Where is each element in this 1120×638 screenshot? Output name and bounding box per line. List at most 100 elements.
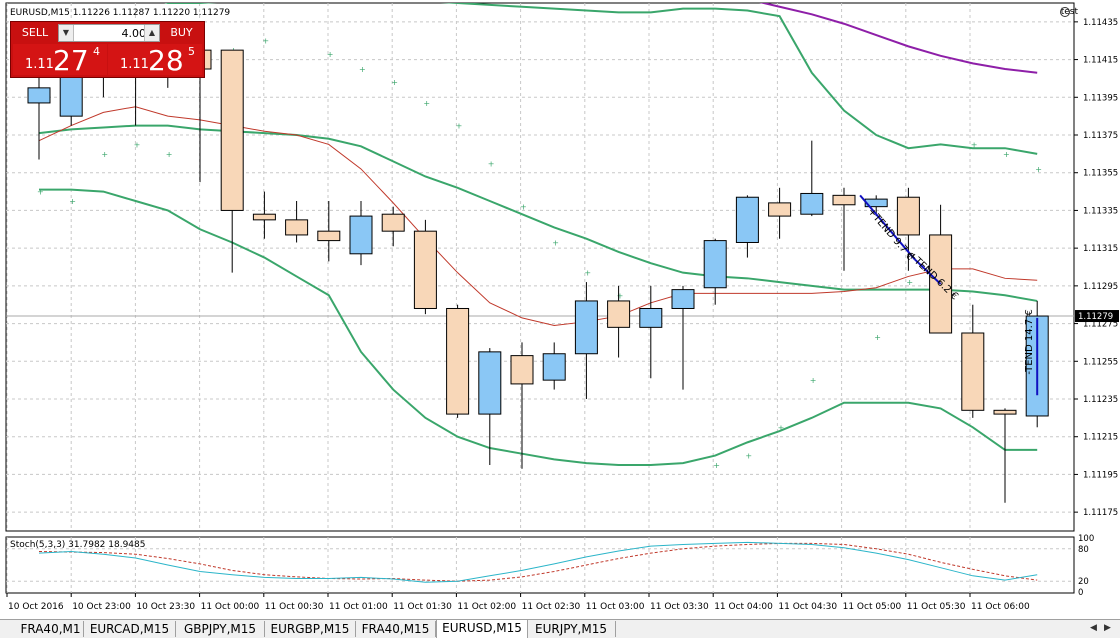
parabolic-sar-point: + [488,159,495,168]
parabolic-sar-point: + [327,50,334,59]
stochastic-label: Stoch(5,3,3) 31.7982 18.9485 [10,540,145,550]
parabolic-sar-point: + [359,65,366,74]
stoch-level-label: 0 [1078,588,1083,598]
bear-candle [832,194,856,206]
buy-price-pips: 28 [148,44,184,77]
bull-candle [574,300,598,355]
parabolic-sar-point: + [134,140,141,149]
parabolic-sar-point: + [584,269,591,278]
bear-candle [381,213,405,232]
chart-tabs-bar: FRA40,M1 EURCAD,M15 GBPJPY,M15 EURGBP,M1… [0,619,1120,638]
trend-line-label: -TEND 14.7 € [1024,309,1035,374]
x-tick-label: 11 Oct 02:00 [457,602,516,612]
bear-candle [285,219,309,236]
parabolic-sar-point: + [37,188,44,197]
parabolic-sar-point: + [101,150,108,159]
lot-size-input[interactable] [74,25,148,41]
mt4-chart-window: 1.11435 1.11415 1.11395 1.11375 1.11355 1.113… [0,0,1120,638]
tab-scroll-right-icon[interactable]: ▶ [1104,623,1111,633]
bear-candle [768,202,792,217]
parabolic-sar-point: + [617,291,624,300]
parabolic-sar-point: + [713,461,720,470]
parabolic-sar-point: + [745,452,752,461]
x-tick-label: 11 Oct 05:30 [907,602,966,612]
lot-increase-icon[interactable]: ▲ [144,25,159,41]
parabolic-sar-point: + [874,333,881,342]
x-tick-label: 11 Oct 00:00 [201,602,260,612]
tab-eurgbp-m15[interactable]: EURGBP,M15 [265,621,356,637]
chart-canvas[interactable]: 1.11435 1.11415 1.11395 1.11375 1.11355 1.113… [0,0,1120,619]
y-tick-label: 1.11255 [1083,357,1118,367]
bull-candle [703,240,727,289]
tab-scroll-left-icon[interactable]: ◀ [1090,623,1097,633]
tab-fra40-m1[interactable]: FRA40,M1 [18,621,84,637]
bull-candle [542,353,566,381]
y-tick-label: 1.11215 [1083,433,1118,443]
parabolic-sar-point: + [423,99,430,108]
stoch-level-label: 100 [1078,534,1094,544]
tab-eurjpy-m15[interactable]: EURJPY,M15 [527,621,616,637]
buy-price-point: 5 [188,45,195,58]
lot-decrease-icon[interactable]: ▼ [59,25,74,41]
x-tick-label: 10 Oct 2016 [8,602,64,612]
main-plot-area [5,2,1075,532]
bull-candle [735,196,759,243]
buy-price-button[interactable]: 1.11 28 5 [108,44,202,77]
sell-price-point: 4 [93,45,100,58]
bear-candle [413,230,437,309]
x-tick-label: 10 Oct 23:30 [136,602,195,612]
parabolic-sar-point: + [262,37,269,46]
bull-candle [800,192,824,215]
x-tick-label: 11 Oct 01:30 [393,602,452,612]
bull-candle [671,289,695,309]
buy-price-prefix: 1.11 [120,57,149,72]
bull-candle [478,351,502,415]
x-tick-label: 11 Oct 03:00 [586,602,645,612]
tab-fra40-m15[interactable]: FRA40,M15 [356,621,436,637]
bear-candle [607,300,631,328]
parabolic-sar-point: + [166,150,173,159]
y-tick-label: 1.11195 [1083,470,1118,480]
sell-price-prefix: 1.11 [25,57,54,72]
bull-candle [349,215,373,255]
y-tick-label: 1.11295 [1083,282,1118,292]
bull-candle [639,307,663,328]
x-tick-label: 11 Oct 02:30 [522,602,581,612]
sell-price-pips: 27 [53,44,89,77]
y-tick-label: 1.11415 [1083,56,1118,66]
buy-button[interactable]: BUY [161,24,202,42]
x-tick-label: 11 Oct 03:30 [650,602,709,612]
parabolic-sar-point: + [456,122,463,131]
x-tick-label: 11 Oct 05:00 [843,602,902,612]
y-tick-label: 1.11315 [1083,244,1118,254]
tab-eurusd-m15[interactable]: EURUSD,M15 [436,620,528,638]
one-click-trade-panel: SELL ▼ ▲ BUY 1.11 27 4 1.11 28 5 [10,21,205,78]
sell-price-button[interactable]: 1.11 27 4 [13,44,107,77]
parabolic-sar-point: + [778,423,785,432]
x-tick-label: 11 Oct 04:00 [714,602,773,612]
tab-eurcad-m15[interactable]: EURCAD,M15 [84,621,176,637]
bear-candle [896,196,920,236]
parabolic-sar-point: + [906,278,913,287]
x-tick-label: 11 Oct 04:30 [778,602,837,612]
bear-candle [252,213,276,221]
bear-candle [993,409,1017,415]
bear-candle [317,230,341,242]
tab-gbpjpy-m15[interactable]: GBPJPY,M15 [176,621,265,637]
bear-candle [446,307,470,415]
chart-header-info: EURUSD,M15 1.11226 1.11287 1.11220 1.112… [10,8,230,18]
parabolic-sar-point: + [552,238,559,247]
x-tick-label: 11 Oct 01:00 [329,602,388,612]
sell-button[interactable]: SELL [13,24,57,42]
lot-size-stepper: ▼ ▲ [58,24,160,42]
x-tick-label: 11 Oct 00:30 [265,602,324,612]
parabolic-sar-point: + [1003,150,1010,159]
stoch-level-label: 20 [1078,577,1089,587]
parabolic-sar-point: + [810,376,817,385]
y-tick-label: 1.11175 [1083,508,1118,518]
user-icon[interactable] [1060,7,1070,17]
x-tick-label: 11 Oct 06:00 [971,602,1030,612]
y-tick-label: 1.11235 [1083,395,1118,405]
stoch-level-label: 80 [1078,545,1089,555]
y-tick-label: 1.11375 [1083,131,1118,141]
